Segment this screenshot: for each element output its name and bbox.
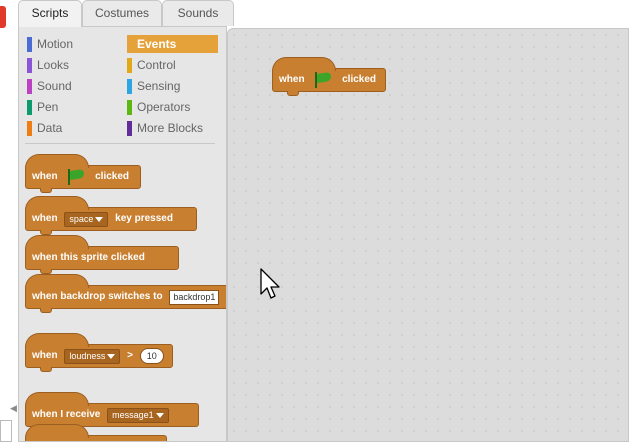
stage-edge bbox=[0, 35, 12, 442]
tab-sounds[interactable]: Sounds bbox=[162, 0, 234, 26]
block-text: > bbox=[127, 350, 133, 361]
category-label: Operators bbox=[137, 100, 191, 114]
block-text: when backdrop switches to bbox=[32, 291, 163, 302]
green-flag-icon bbox=[313, 72, 333, 88]
script-block-when-flag-clicked[interactable]: when clicked bbox=[272, 57, 386, 96]
block-text: when bbox=[32, 213, 58, 224]
script-area[interactable]: when clicked bbox=[227, 28, 629, 442]
block-when-backdrop-switches[interactable]: when backdrop switches to backdrop1 bbox=[25, 274, 226, 313]
block-text: clicked bbox=[95, 171, 130, 182]
block-palette: Motion Events Looks Control Sound Sensin… bbox=[18, 26, 227, 442]
category-swatch bbox=[27, 37, 32, 52]
category-swatch bbox=[27, 79, 32, 94]
block-notch bbox=[40, 308, 52, 313]
message-dropdown[interactable]: message1 bbox=[107, 407, 169, 423]
block-when-flag-clicked[interactable]: when clicked bbox=[25, 154, 141, 193]
block-notch bbox=[40, 367, 52, 372]
category-label: Events bbox=[137, 37, 177, 51]
block-text: key pressed bbox=[115, 213, 173, 224]
category-more-blocks[interactable]: More Blocks bbox=[127, 119, 218, 137]
tab-costumes[interactable]: Costumes bbox=[82, 0, 162, 26]
block-when-sprite-clicked[interactable]: when this sprite clicked bbox=[25, 235, 179, 274]
category-label: Data bbox=[37, 121, 63, 135]
category-sensing[interactable]: Sensing bbox=[127, 77, 218, 95]
block-text: when this sprite clicked bbox=[32, 252, 145, 263]
category-swatch bbox=[127, 100, 132, 115]
category-swatch bbox=[127, 121, 132, 136]
hat-cap bbox=[25, 424, 89, 438]
category-looks[interactable]: Looks bbox=[27, 56, 117, 74]
block-notch bbox=[287, 91, 299, 96]
block-text: when bbox=[279, 74, 305, 85]
block-text: clicked bbox=[342, 74, 377, 85]
category-swatch bbox=[27, 58, 32, 73]
key-dropdown[interactable]: space bbox=[64, 211, 109, 227]
category-swatch bbox=[27, 121, 32, 136]
category-swatch bbox=[27, 100, 32, 115]
category-swatch bbox=[127, 58, 132, 73]
category-label: Control bbox=[137, 58, 176, 72]
category-events[interactable]: Events bbox=[127, 35, 218, 53]
block-when-loudness[interactable]: when loudness > 10 bbox=[25, 333, 173, 372]
category-label: Sensing bbox=[137, 79, 181, 93]
green-flag-icon bbox=[66, 169, 86, 185]
block-text: when bbox=[32, 350, 58, 361]
sensor-dropdown[interactable]: loudness bbox=[64, 348, 121, 364]
block-notch bbox=[40, 188, 52, 193]
block-when-key-pressed[interactable]: when space key pressed bbox=[25, 196, 197, 235]
category-operators[interactable]: Operators bbox=[127, 98, 218, 116]
category-label: More Blocks bbox=[137, 121, 204, 135]
category-motion[interactable]: Motion bbox=[27, 35, 117, 53]
category-label: Motion bbox=[37, 37, 74, 51]
palette-divider bbox=[25, 143, 215, 144]
tab-scripts[interactable]: Scripts bbox=[18, 0, 82, 27]
category-data[interactable]: Data bbox=[27, 119, 117, 137]
category-label: Pen bbox=[37, 100, 59, 114]
category-pen[interactable]: Pen bbox=[27, 98, 117, 116]
block-when-i-receive[interactable]: when I receive message1 bbox=[25, 392, 199, 431]
category-swatch bbox=[127, 79, 132, 94]
backdrop-dropdown[interactable]: backdrop1 bbox=[169, 289, 220, 305]
mouse-cursor-icon bbox=[260, 268, 280, 299]
block-text: when bbox=[32, 171, 58, 182]
stage-panel-edge bbox=[0, 420, 12, 442]
category-label: Sound bbox=[37, 79, 72, 93]
category-sound[interactable]: Sound bbox=[27, 77, 117, 95]
category-control[interactable]: Control bbox=[127, 56, 218, 74]
category-label: Looks bbox=[37, 58, 70, 72]
block-text: when I receive bbox=[32, 409, 101, 420]
threshold-input[interactable]: 10 bbox=[139, 348, 164, 364]
stop-icon[interactable] bbox=[0, 6, 6, 28]
block-partial[interactable] bbox=[25, 424, 167, 441]
